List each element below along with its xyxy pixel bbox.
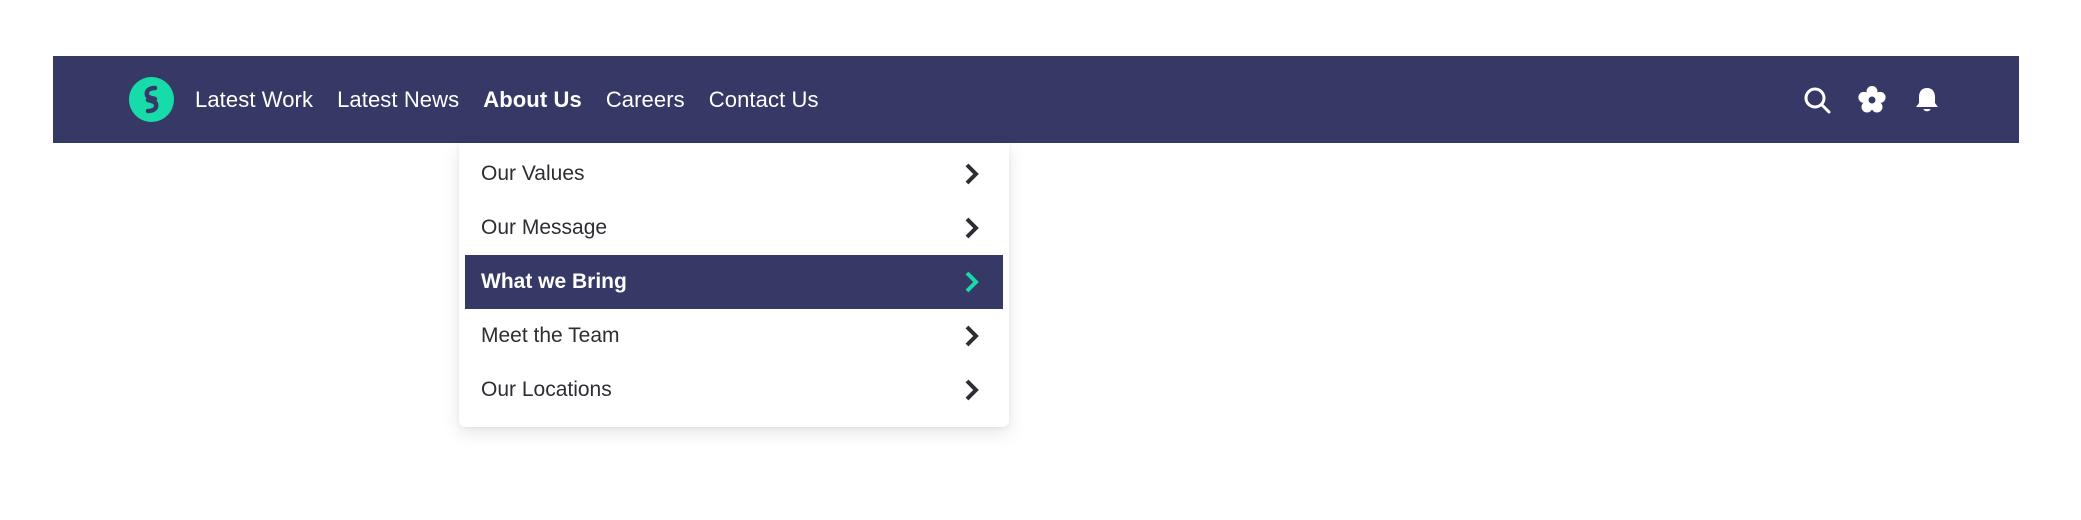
chevron-right-icon	[963, 379, 981, 401]
nav-link-careers[interactable]: Careers	[606, 87, 685, 113]
dropdown-item-meet-the-team[interactable]: Meet the Team	[465, 309, 1003, 363]
dropdown-item-what-we-bring[interactable]: What we Bring	[465, 255, 1003, 309]
chevron-right-icon	[963, 217, 981, 239]
dropdown-item-our-message[interactable]: Our Message	[465, 201, 1003, 255]
dropdown-item-label: Our Values	[481, 162, 585, 185]
dropdown-item-our-locations[interactable]: Our Locations	[465, 363, 1003, 417]
nav-link-latest-news[interactable]: Latest News	[337, 87, 459, 113]
top-navbar: Latest Work Latest News About Us Careers…	[53, 56, 2019, 143]
chevron-right-icon	[963, 163, 981, 185]
nav-link-contact-us[interactable]: Contact Us	[709, 87, 819, 113]
nav-actions	[1778, 56, 1943, 143]
about-us-dropdown-menu: Our Values Our Message What we Bring Mee…	[459, 143, 1009, 427]
chevron-right-icon	[963, 325, 981, 347]
dropdown-item-our-values[interactable]: Our Values	[465, 147, 1003, 201]
logo-mark-icon	[144, 85, 159, 114]
nav-link-about-us[interactable]: About Us	[483, 87, 582, 113]
settings-icon[interactable]	[1856, 84, 1888, 116]
chevron-right-icon	[963, 271, 981, 293]
dropdown-item-label: Meet the Team	[481, 324, 620, 347]
dropdown-item-label: Our Locations	[481, 378, 612, 401]
dropdown-item-label: Our Message	[481, 216, 608, 239]
bell-icon[interactable]	[1911, 84, 1943, 116]
dropdown-item-label: What we Bring	[481, 270, 627, 293]
brand-logo[interactable]	[129, 77, 174, 122]
search-icon[interactable]	[1801, 84, 1833, 116]
nav-link-latest-work[interactable]: Latest Work	[195, 87, 313, 113]
primary-nav: Latest Work Latest News About Us Careers…	[195, 56, 843, 143]
